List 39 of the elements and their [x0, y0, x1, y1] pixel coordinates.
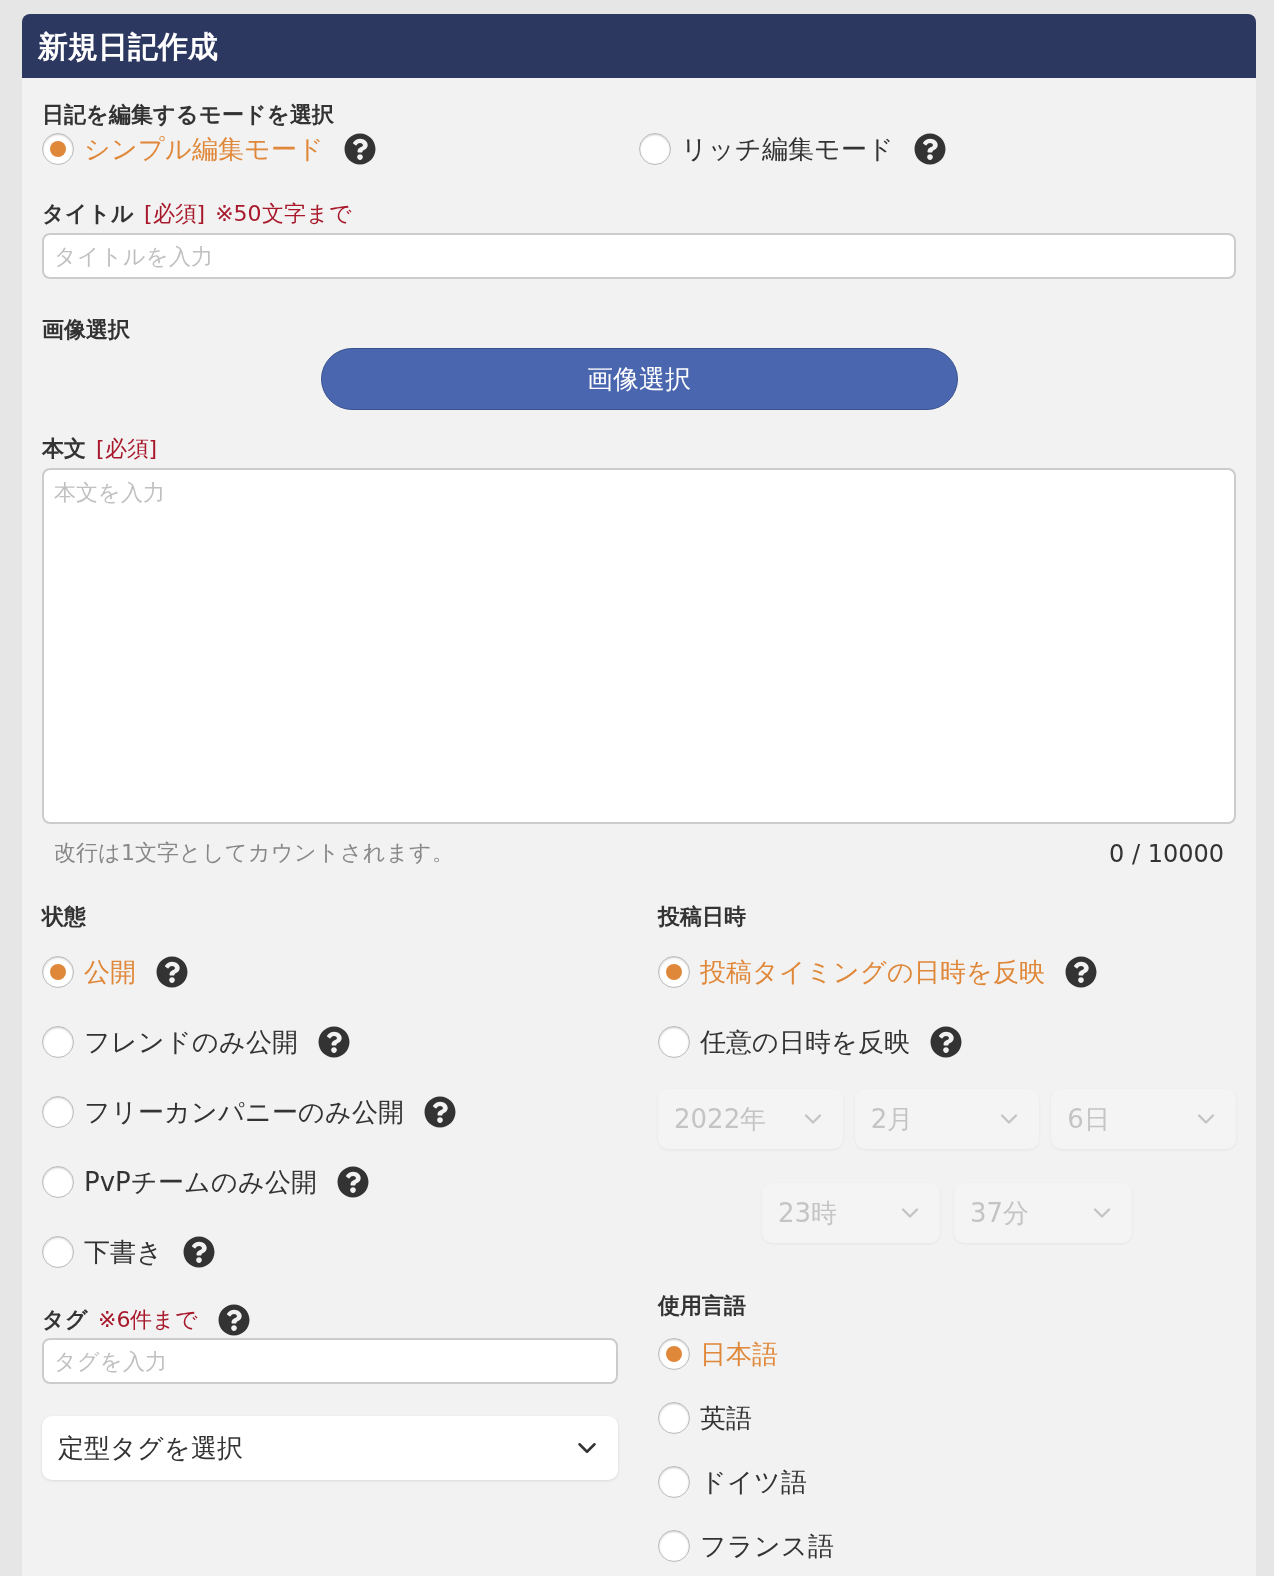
section-label: 画像選択	[42, 317, 130, 342]
radio-option[interactable]: 任意の日時を反映	[658, 1026, 910, 1058]
required-mark: [必須]	[144, 203, 206, 225]
help-icon[interactable]	[930, 1026, 962, 1058]
section-label: タグ	[42, 1309, 88, 1331]
help-icon[interactable]	[424, 1096, 456, 1128]
image-select-button[interactable]: 画像選択	[320, 348, 958, 410]
preset-tag-select[interactable]: 定型タグを選択	[42, 1416, 618, 1480]
help-icon[interactable]	[156, 956, 188, 988]
help-icon[interactable]	[344, 133, 376, 165]
radio-option[interactable]: 下書き	[42, 1236, 163, 1268]
section-label: 使用言語	[658, 1293, 746, 1318]
section-label: 本文	[42, 438, 86, 460]
help-icon[interactable]	[336, 1166, 369, 1198]
character-counter: 0 / 10000	[1109, 839, 1224, 870]
required-mark: [必須]	[96, 438, 158, 460]
help-icon[interactable]	[218, 1303, 251, 1336]
body-text-area[interactable]: 本文を入力	[42, 468, 1236, 824]
title-input-field[interactable]: タイトルを入力	[42, 233, 1236, 279]
help-icon[interactable]	[1065, 956, 1097, 988]
radio-option[interactable]: フレンドのみ公開	[42, 1026, 298, 1058]
hint-text: 改行は1文字としてカウントされます。	[54, 839, 454, 867]
radio-option[interactable]: PvPチームのみ公開	[42, 1166, 317, 1198]
radio-option[interactable]: リッチ編集モード	[639, 133, 894, 165]
page-title: 新規日記作成	[38, 27, 218, 66]
section-label: タイトル	[42, 203, 134, 225]
section-label: 状態	[42, 904, 86, 929]
limit-note: ※50文字まで	[215, 203, 352, 225]
help-icon[interactable]	[183, 1236, 215, 1268]
radio-option[interactable]: フランス語	[658, 1530, 834, 1562]
limit-note: ※6件まで	[98, 1306, 199, 1334]
radio-option[interactable]: フリーカンパニーのみ公開	[42, 1096, 404, 1128]
tag-input-field[interactable]: タグを入力	[42, 1338, 618, 1384]
radio-option[interactable]: ドイツ語	[658, 1466, 807, 1498]
help-icon[interactable]	[318, 1026, 350, 1058]
section-label: 日記を編集するモードを選択	[42, 102, 334, 127]
help-icon[interactable]	[914, 133, 946, 165]
radio-option[interactable]: 英語	[658, 1402, 752, 1434]
section-label: 投稿日時	[658, 904, 746, 929]
